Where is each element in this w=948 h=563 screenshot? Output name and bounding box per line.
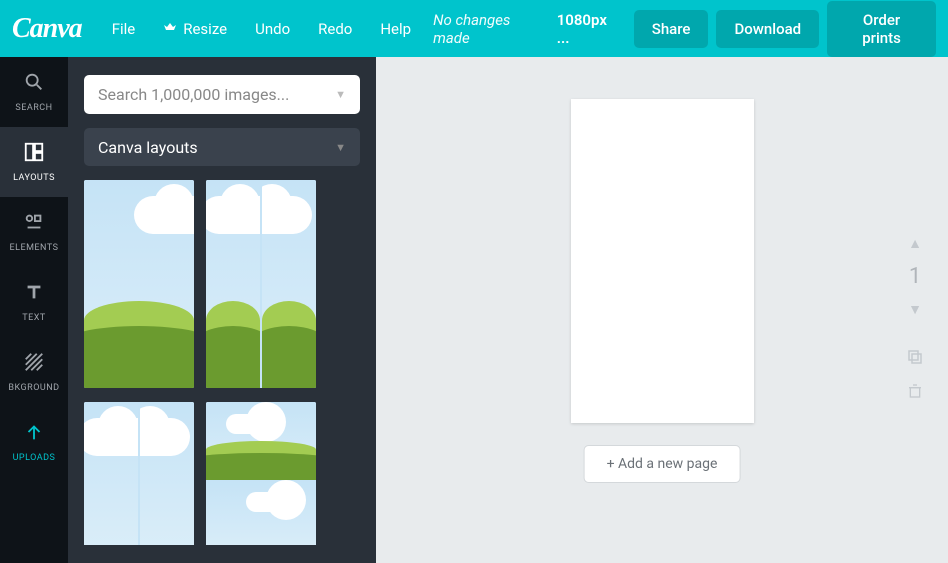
rail-elements[interactable]: ELEMENTS [0,197,68,267]
crown-icon [163,20,177,38]
order-prints-button[interactable]: Order prints [827,1,936,57]
left-rail: SEARCH LAYOUTS ELEMENTS TEXT BKGROUND [0,57,68,563]
rail-uploads-label: UPLOADS [13,453,56,463]
page-controls: ▲ 1 ▼ [906,235,924,404]
rail-uploads[interactable]: UPLOADS [0,407,68,477]
help-menu[interactable]: Help [370,20,421,38]
chevron-down-icon: ▼ [335,88,346,101]
upload-icon [23,421,45,447]
undo-menu[interactable]: Undo [245,20,300,38]
background-icon [23,351,45,377]
rail-text[interactable]: TEXT [0,267,68,337]
resize-label: Resize [183,20,227,38]
copy-page-icon[interactable] [906,348,924,370]
layout-thumb[interactable] [84,402,194,545]
search-icon [23,71,45,97]
layouts-dropdown-label: Canva layouts [98,138,198,157]
dimensions-label[interactable]: 1080px ... [557,11,618,47]
layouts-dropdown[interactable]: Canva layouts ▼ [84,128,360,167]
redo-menu[interactable]: Redo [308,20,362,38]
page-down-icon[interactable]: ▼ [908,301,922,318]
canvas-area: + Add a new page ▲ 1 ▼ [376,57,948,563]
rail-search[interactable]: SEARCH [0,57,68,127]
chevron-down-icon: ▼ [335,141,346,154]
share-button[interactable]: Share [634,10,709,48]
rail-background-label: BKGROUND [8,383,59,393]
top-toolbar: Canva File Resize Undo Redo Help No chan… [0,0,948,57]
search-input[interactable]: Search 1,000,000 images... ▼ [84,75,360,114]
layout-thumb[interactable] [206,402,316,545]
page-up-icon[interactable]: ▲ [908,235,922,252]
elements-icon [23,211,45,237]
file-menu[interactable]: File [102,20,146,38]
design-canvas[interactable] [571,99,754,423]
layout-thumb[interactable] [84,180,194,388]
layouts-panel: Search 1,000,000 images... ▼ Canva layou… [68,57,376,563]
rail-text-label: TEXT [22,313,46,323]
rail-search-label: SEARCH [15,103,52,113]
page-number: 1 [909,264,921,289]
status-text: No changes made [433,11,541,47]
search-placeholder: Search 1,000,000 images... [98,85,289,104]
canva-logo[interactable]: Canva [12,13,82,45]
rail-layouts-label: LAYOUTS [13,173,55,183]
rail-elements-label: ELEMENTS [10,243,59,253]
layout-thumbnails [84,180,360,545]
download-button[interactable]: Download [716,10,819,48]
rail-background[interactable]: BKGROUND [0,337,68,407]
text-icon [23,281,45,307]
rail-layouts[interactable]: LAYOUTS [0,127,68,197]
add-page-button[interactable]: + Add a new page [584,445,741,483]
resize-menu[interactable]: Resize [153,20,237,38]
layout-thumb[interactable] [206,180,316,388]
layouts-icon [23,141,45,167]
delete-page-icon[interactable] [907,382,923,404]
